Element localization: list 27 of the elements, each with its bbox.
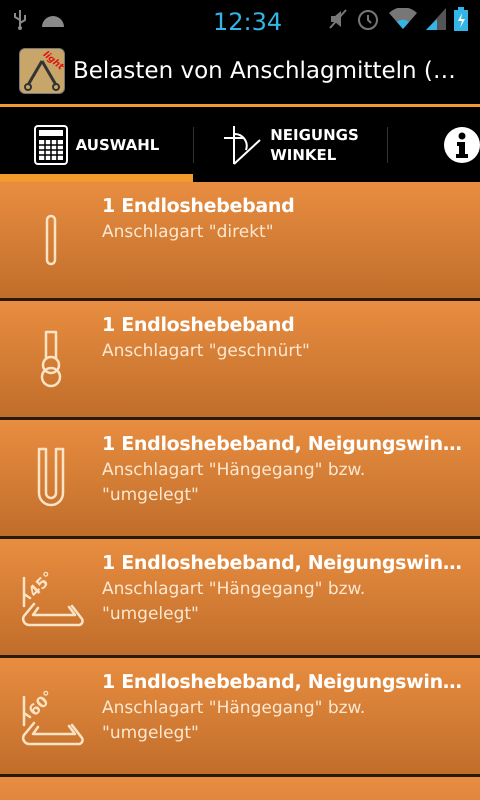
muted-speaker-icon: [328, 8, 348, 30]
item-subtitle: Anschlagart "direkt": [102, 221, 275, 244]
wifi-icon: [388, 8, 418, 30]
alarm-icon: [356, 7, 380, 31]
list-item[interactable]: 45° 1 Endloshebeband, Neigungswin… Anschlagart "Hängegang" bzw. "umgelegt": [0, 539, 480, 655]
signal-icon: [426, 8, 446, 30]
item-title: 1 Endloshebeband: [102, 194, 294, 219]
item-title: 1 Endloshebeband, Neigungswin…: [102, 551, 463, 576]
usb-icon: [12, 8, 28, 30]
sling-icon: [45, 214, 57, 266]
calculator-icon: [34, 124, 68, 164]
item-title: 1 Endloshebeband: [102, 313, 296, 338]
item-title: 1 Endloshebeband, Neigungswin…: [102, 432, 463, 457]
list-item[interactable]: 1 Endloshebeband Anschlagart "direkt": [0, 182, 480, 298]
item-title: 1 Endloshebeband, Neigungswin…: [102, 670, 463, 695]
list-item[interactable]: 1 Endloshebeband Anschlagart "geschnürt": [0, 301, 480, 417]
item-subtitle: Anschlagart "geschnürt": [102, 340, 311, 363]
battery-charging-icon: [454, 7, 468, 31]
window-title: Belasten von Anschlagmitteln (…: [73, 56, 456, 86]
angle-icon: [222, 124, 262, 166]
list-item[interactable]: 1 Endloshebeband, Neigungswin… Anschlagart "Hängegang" bzw. "umgelegt": [0, 420, 480, 536]
clock-time: 12:34: [213, 7, 282, 38]
item-subtitle: Anschlagart "Hängegang" bzw. "umgelegt": [102, 697, 366, 745]
u-sling-icon: [36, 447, 66, 509]
item-subtitle: Anschlagart "Hängegang" bzw. "umgelegt": [102, 459, 366, 507]
item-subtitle: Anschlagart "Hängegang" bzw. "umgelegt": [102, 578, 366, 626]
list-item[interactable]: 60° 1 Endloshebeband, Neigungswin… Anschlagart "Hängegang" bzw. "umgelegt": [0, 658, 480, 774]
